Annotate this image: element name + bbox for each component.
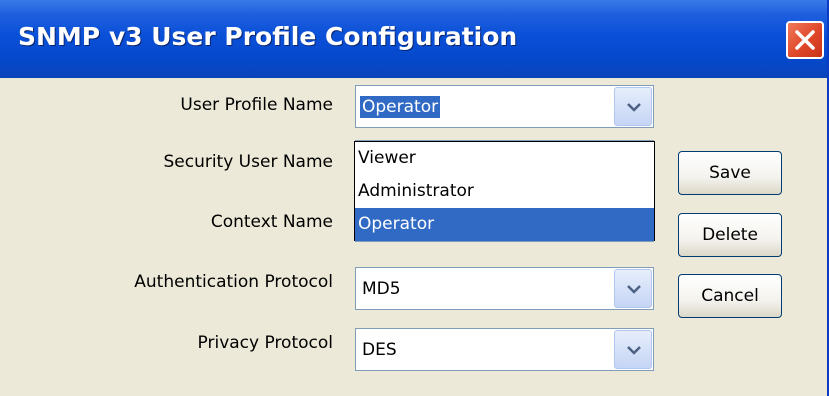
- user-profile-name-value: Operator: [360, 96, 441, 118]
- dialog-window: SNMP v3 User Profile Configuration User …: [0, 0, 829, 396]
- authentication-protocol-label: Authentication Protocol: [134, 272, 333, 292]
- chevron-down-icon: [627, 285, 641, 294]
- user-profile-name-label: User Profile Name: [180, 95, 333, 115]
- user-profile-name-combo[interactable]: Operator: [355, 85, 654, 128]
- title-bar[interactable]: SNMP v3 User Profile Configuration: [0, 0, 827, 78]
- security-user-name-label: Security User Name: [163, 152, 333, 172]
- chevron-down-icon: [627, 103, 641, 112]
- chevron-down-icon: [627, 346, 641, 355]
- authentication-protocol-combo[interactable]: MD5: [355, 267, 654, 310]
- privacy-protocol-dropdown-button[interactable]: [614, 330, 652, 369]
- authentication-protocol-value: MD5: [362, 279, 401, 299]
- window-title: SNMP v3 User Profile Configuration: [18, 22, 518, 51]
- dropdown-option-viewer[interactable]: Viewer: [355, 142, 654, 175]
- delete-button[interactable]: Delete: [678, 213, 782, 257]
- privacy-protocol-label: Privacy Protocol: [197, 333, 333, 353]
- cancel-button[interactable]: Cancel: [678, 274, 782, 318]
- context-name-label: Context Name: [210, 212, 333, 232]
- user-profile-name-dropdown-button[interactable]: [614, 87, 652, 126]
- authentication-protocol-dropdown-button[interactable]: [614, 269, 652, 308]
- save-button[interactable]: Save: [678, 151, 782, 195]
- privacy-protocol-value: DES: [362, 340, 397, 360]
- dropdown-option-administrator[interactable]: Administrator: [355, 175, 654, 208]
- close-button[interactable]: [786, 21, 824, 59]
- user-profile-name-dropdown-list: Viewer Administrator Operator: [354, 141, 655, 241]
- privacy-protocol-combo[interactable]: DES: [355, 328, 654, 371]
- dropdown-option-operator[interactable]: Operator: [355, 208, 654, 241]
- close-icon: [795, 30, 815, 50]
